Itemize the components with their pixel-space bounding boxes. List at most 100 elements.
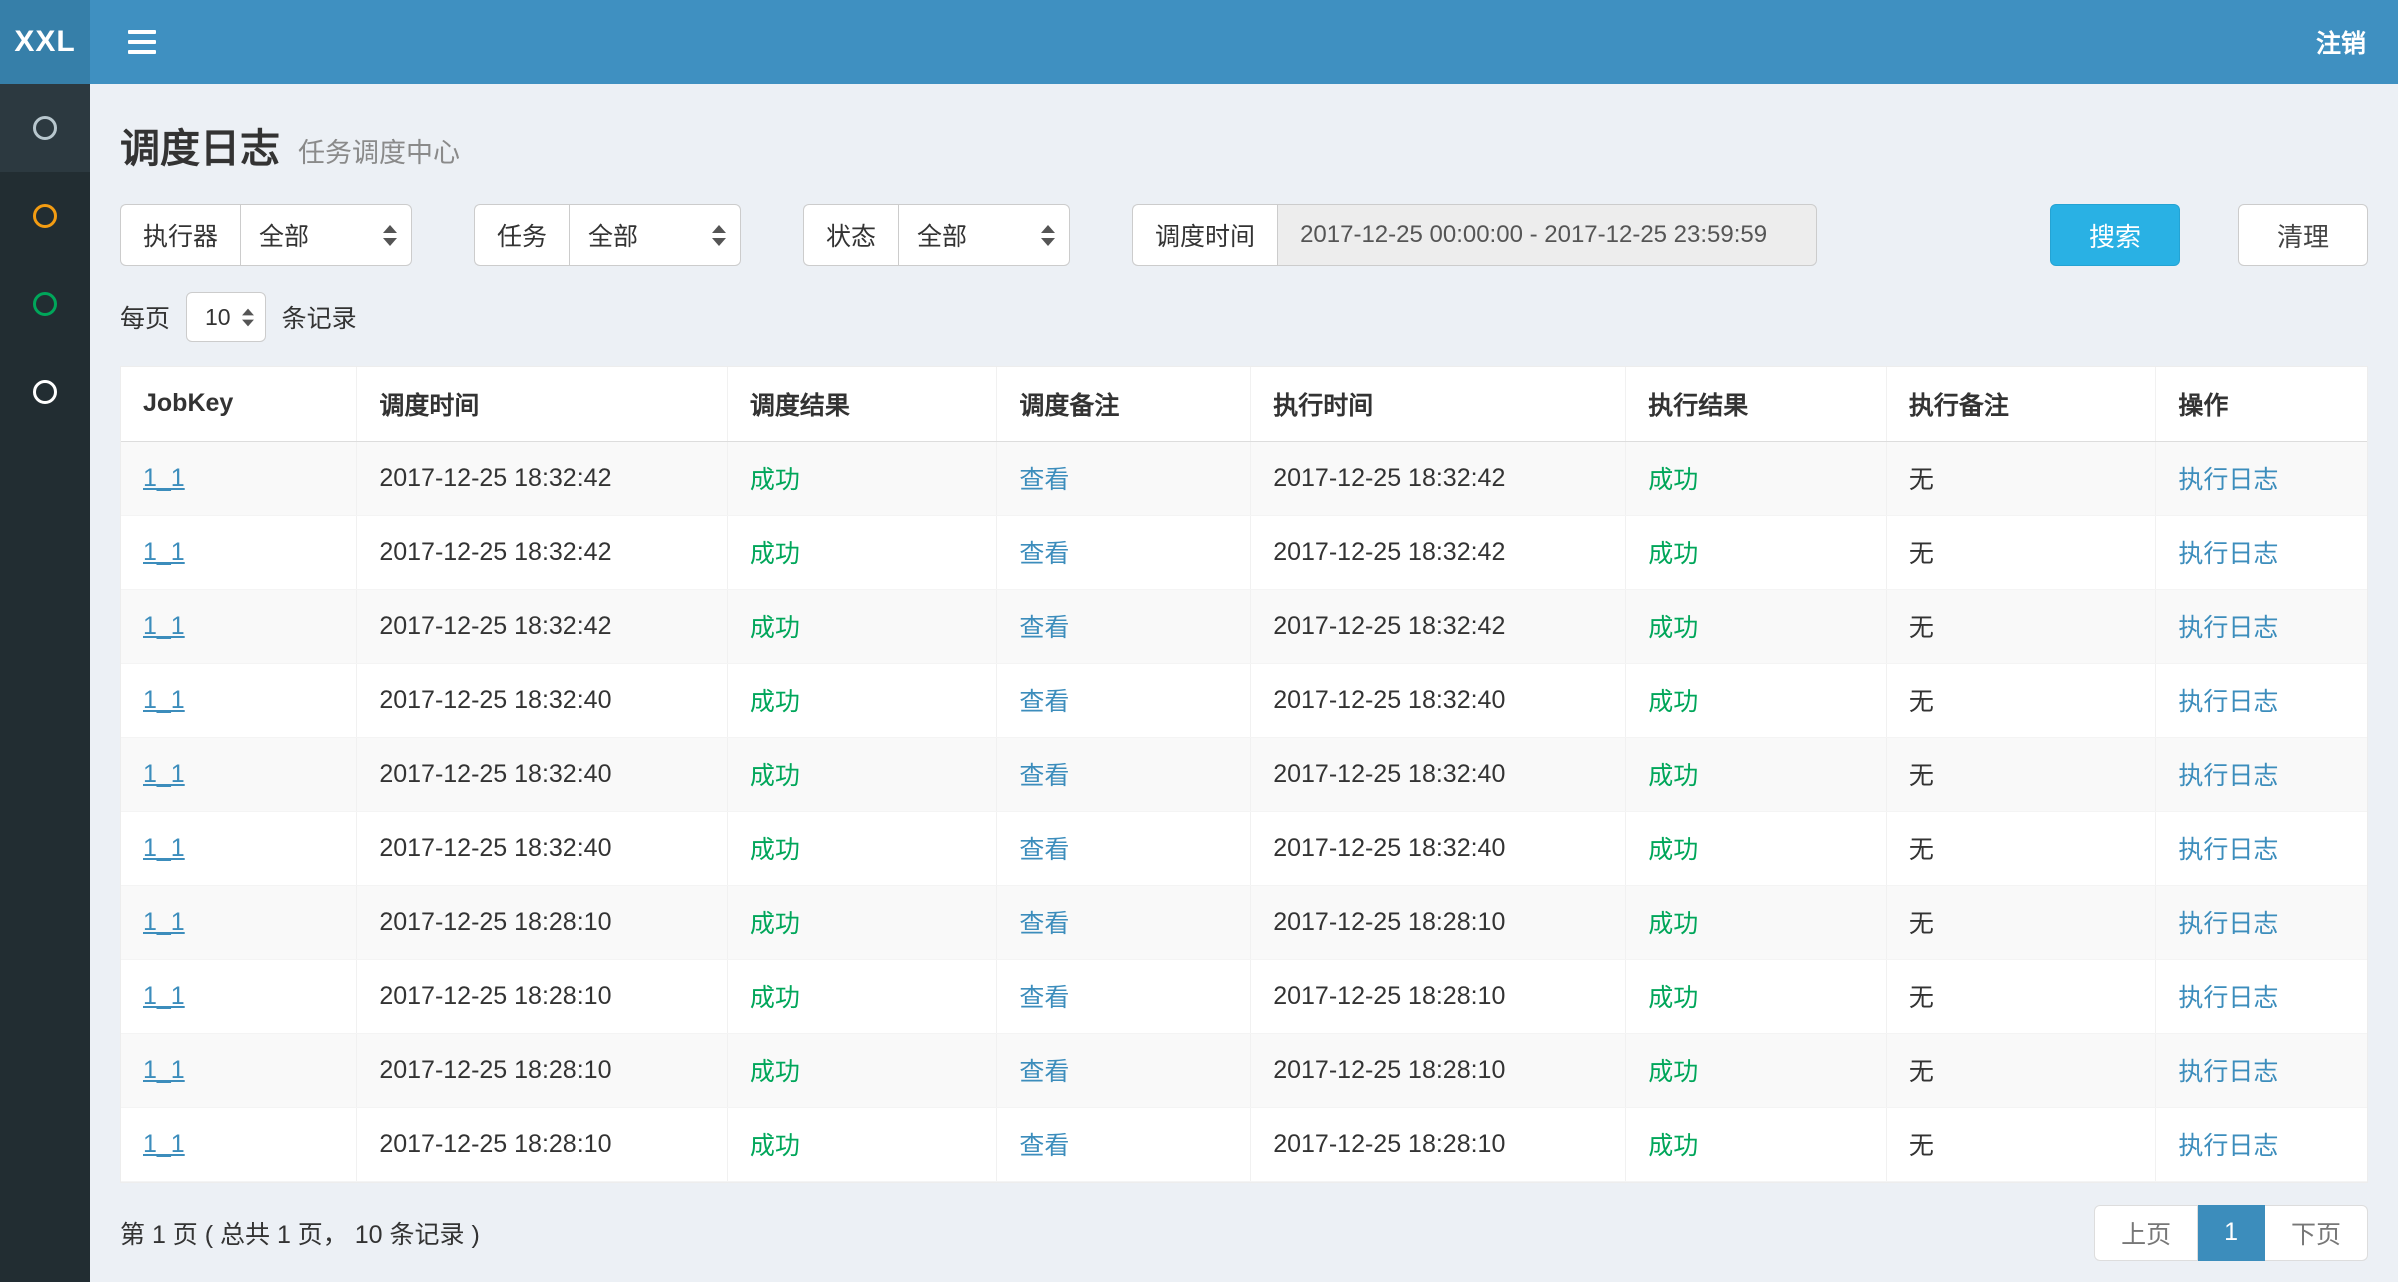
exec-log-link[interactable]: 执行日志 xyxy=(2178,466,2278,494)
exec-time-cell: 2017-12-25 18:32:40 xyxy=(1251,737,1626,811)
trigger-msg-link[interactable]: 查看 xyxy=(1019,466,1069,494)
exec-result-cell: 成功 xyxy=(1626,885,1887,959)
header-jobkey: JobKey xyxy=(121,367,357,441)
logout-link[interactable]: 注销 xyxy=(2316,24,2366,60)
exec-msg-cell: 无 xyxy=(1886,441,2156,515)
trigger-msg-link[interactable]: 查看 xyxy=(1019,688,1069,716)
header-exec-result: 执行结果 xyxy=(1626,367,1887,441)
table-header-row: JobKey 调度时间 调度结果 调度备注 执行时间 执行结果 执行备注 操作 xyxy=(121,367,2367,441)
sidebar-item-1[interactable] xyxy=(0,84,90,172)
select-arrows-icon xyxy=(712,225,726,246)
trigger-msg-link[interactable]: 查看 xyxy=(1019,984,1069,1012)
executor-filter: 执行器 全部 xyxy=(120,204,412,266)
sidebar-item-3[interactable] xyxy=(0,260,90,348)
table-row: 1_1 2017-12-25 18:32:40 成功 查看 2017-12-25… xyxy=(121,811,2367,885)
exec-log-link[interactable]: 执行日志 xyxy=(2178,762,2278,790)
table-row: 1_1 2017-12-25 18:28:10 成功 查看 2017-12-25… xyxy=(121,1033,2367,1107)
trigger-time-cell: 2017-12-25 18:28:10 xyxy=(357,885,728,959)
jobkey-link[interactable]: 1_1 xyxy=(143,612,185,640)
page-size-prefix: 每页 xyxy=(120,299,170,335)
executor-select[interactable]: 全部 xyxy=(240,204,412,266)
page-size-bar: 每页 10 条记录 xyxy=(120,292,2368,342)
exec-result-cell: 成功 xyxy=(1626,959,1887,1033)
exec-result-cell: 成功 xyxy=(1626,811,1887,885)
trigger-msg-link[interactable]: 查看 xyxy=(1019,540,1069,568)
trigger-msg-link[interactable]: 查看 xyxy=(1019,1132,1069,1160)
search-button[interactable]: 搜索 xyxy=(2050,204,2180,266)
page-subtitle: 任务调度中心 xyxy=(298,131,460,170)
table-row: 1_1 2017-12-25 18:28:10 成功 查看 2017-12-25… xyxy=(121,959,2367,1033)
exec-log-link[interactable]: 执行日志 xyxy=(2178,1132,2278,1160)
page-size-value: 10 xyxy=(205,304,231,331)
app-logo[interactable]: XXL xyxy=(0,0,90,84)
log-table-panel: JobKey 调度时间 调度结果 调度备注 执行时间 执行结果 执行备注 操作 … xyxy=(120,366,2368,1183)
status-select[interactable]: 全部 xyxy=(898,204,1070,266)
prev-page-button[interactable]: 上页 xyxy=(2094,1205,2198,1261)
circle-outline-icon xyxy=(33,116,57,140)
exec-log-link[interactable]: 执行日志 xyxy=(2178,688,2278,716)
exec-msg-cell: 无 xyxy=(1886,885,2156,959)
trigger-msg-link[interactable]: 查看 xyxy=(1019,836,1069,864)
exec-log-link[interactable]: 执行日志 xyxy=(2178,1058,2278,1086)
jobkey-link[interactable]: 1_1 xyxy=(143,760,185,788)
trigger-msg-link[interactable]: 查看 xyxy=(1019,614,1069,642)
exec-time-cell: 2017-12-25 18:32:40 xyxy=(1251,663,1626,737)
sidebar-item-2[interactable] xyxy=(0,172,90,260)
page-title: 调度日志 xyxy=(120,116,280,174)
jobkey-link[interactable]: 1_1 xyxy=(143,1056,185,1084)
filter-bar: 执行器 全部 任务 全部 状态 全部 调度时间 2017-12-25 00:00… xyxy=(120,204,2368,266)
jobkey-link[interactable]: 1_1 xyxy=(143,686,185,714)
select-arrows-icon xyxy=(383,225,397,246)
trigger-msg-link[interactable]: 查看 xyxy=(1019,910,1069,938)
table-row: 1_1 2017-12-25 18:32:40 成功 查看 2017-12-25… xyxy=(121,663,2367,737)
jobkey-link[interactable]: 1_1 xyxy=(143,1130,185,1158)
trigger-time-range-value: 2017-12-25 00:00:00 - 2017-12-25 23:59:5… xyxy=(1300,221,1767,249)
trigger-result-cell: 成功 xyxy=(727,885,997,959)
executor-label: 执行器 xyxy=(120,204,240,266)
exec-time-cell: 2017-12-25 18:32:40 xyxy=(1251,811,1626,885)
table-row: 1_1 2017-12-25 18:32:42 成功 查看 2017-12-25… xyxy=(121,515,2367,589)
trigger-time-range-input[interactable]: 2017-12-25 00:00:00 - 2017-12-25 23:59:5… xyxy=(1277,204,1817,266)
exec-log-link[interactable]: 执行日志 xyxy=(2178,614,2278,642)
job-label: 任务 xyxy=(474,204,569,266)
page-size-select[interactable]: 10 xyxy=(186,292,266,342)
jobkey-link[interactable]: 1_1 xyxy=(143,908,185,936)
exec-log-link[interactable]: 执行日志 xyxy=(2178,540,2278,568)
exec-log-link[interactable]: 执行日志 xyxy=(2178,836,2278,864)
exec-time-cell: 2017-12-25 18:32:42 xyxy=(1251,441,1626,515)
job-filter: 任务 全部 xyxy=(474,204,741,266)
jobkey-link[interactable]: 1_1 xyxy=(143,538,185,566)
main-content: 调度日志 任务调度中心 执行器 全部 任务 全部 状态 全部 xyxy=(90,84,2398,1277)
exec-time-cell: 2017-12-25 18:32:42 xyxy=(1251,589,1626,663)
header-trigger-time: 调度时间 xyxy=(357,367,728,441)
next-page-button[interactable]: 下页 xyxy=(2265,1205,2368,1261)
jobkey-link[interactable]: 1_1 xyxy=(143,834,185,862)
trigger-msg-link[interactable]: 查看 xyxy=(1019,762,1069,790)
exec-msg-cell: 无 xyxy=(1886,811,2156,885)
job-select[interactable]: 全部 xyxy=(569,204,741,266)
exec-msg-cell: 无 xyxy=(1886,737,2156,811)
trigger-time-cell: 2017-12-25 18:32:42 xyxy=(357,589,728,663)
navbar-content: 注销 xyxy=(90,0,2398,84)
job-select-value: 全部 xyxy=(588,217,638,253)
exec-result-cell: 成功 xyxy=(1626,663,1887,737)
exec-log-link[interactable]: 执行日志 xyxy=(2178,910,2278,938)
sidebar-toggle-button[interactable] xyxy=(122,20,162,64)
table-row: 1_1 2017-12-25 18:28:10 成功 查看 2017-12-25… xyxy=(121,1107,2367,1181)
clear-button[interactable]: 清理 xyxy=(2238,204,2368,266)
page-1-button[interactable]: 1 xyxy=(2198,1205,2265,1261)
exec-msg-cell: 无 xyxy=(1886,1107,2156,1181)
trigger-result-cell: 成功 xyxy=(727,589,997,663)
exec-log-link[interactable]: 执行日志 xyxy=(2178,984,2278,1012)
exec-result-cell: 成功 xyxy=(1626,1107,1887,1181)
circle-outline-icon xyxy=(33,380,57,404)
trigger-result-cell: 成功 xyxy=(727,959,997,1033)
sidebar-item-4[interactable] xyxy=(0,348,90,436)
jobkey-link[interactable]: 1_1 xyxy=(143,464,185,492)
circle-outline-icon xyxy=(33,204,57,228)
table-row: 1_1 2017-12-25 18:32:40 成功 查看 2017-12-25… xyxy=(121,737,2367,811)
trigger-time-filter: 调度时间 2017-12-25 00:00:00 - 2017-12-25 23… xyxy=(1132,204,1817,266)
exec-time-cell: 2017-12-25 18:28:10 xyxy=(1251,885,1626,959)
trigger-msg-link[interactable]: 查看 xyxy=(1019,1058,1069,1086)
jobkey-link[interactable]: 1_1 xyxy=(143,982,185,1010)
